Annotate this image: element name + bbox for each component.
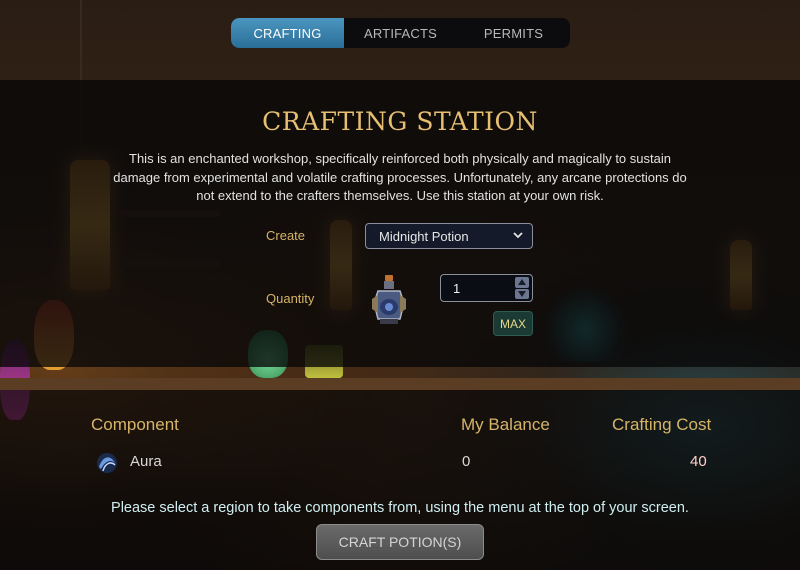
component-balance: 0: [462, 453, 471, 470]
caret-up-icon: [518, 279, 526, 286]
quantity-input[interactable]: 1: [440, 274, 533, 302]
create-select-value: Midnight Potion: [379, 228, 469, 244]
quantity-increment-button[interactable]: [515, 277, 529, 288]
craft-potions-button[interactable]: CRAFT POTION(S): [316, 524, 484, 560]
top-tab-bar: CRAFTING ARTIFACTS PERMITS: [231, 18, 570, 48]
component-cost: 40: [690, 453, 707, 470]
workbench: [0, 378, 800, 390]
quantity-decrement-button[interactable]: [515, 288, 529, 299]
column-header-cost: Crafting Cost: [612, 415, 712, 434]
tab-crafting[interactable]: CRAFTING: [231, 18, 344, 48]
quantity-label: Quantity: [266, 291, 315, 306]
chevron-down-icon: [513, 232, 523, 239]
station-description: This is an enchanted workshop, specifica…: [113, 151, 687, 203]
quantity-stepper: [515, 277, 529, 299]
column-header-component: Component: [91, 415, 179, 434]
region-notice: Please select a region to take component…: [111, 500, 689, 516]
create-select[interactable]: Midnight Potion: [365, 223, 533, 249]
component-name: Aura: [130, 453, 162, 470]
column-header-balance: My Balance: [461, 415, 550, 434]
tab-artifacts[interactable]: ARTIFACTS: [344, 18, 457, 48]
max-button[interactable]: MAX: [493, 311, 533, 336]
quantity-value: 1: [453, 280, 461, 296]
tab-permits[interactable]: PERMITS: [457, 18, 570, 48]
caret-down-icon: [518, 290, 526, 297]
potion-icon: [372, 275, 406, 324]
page-title: CRAFTING STATION: [262, 107, 538, 136]
create-label: Create: [266, 228, 306, 243]
aura-icon: [97, 453, 117, 473]
